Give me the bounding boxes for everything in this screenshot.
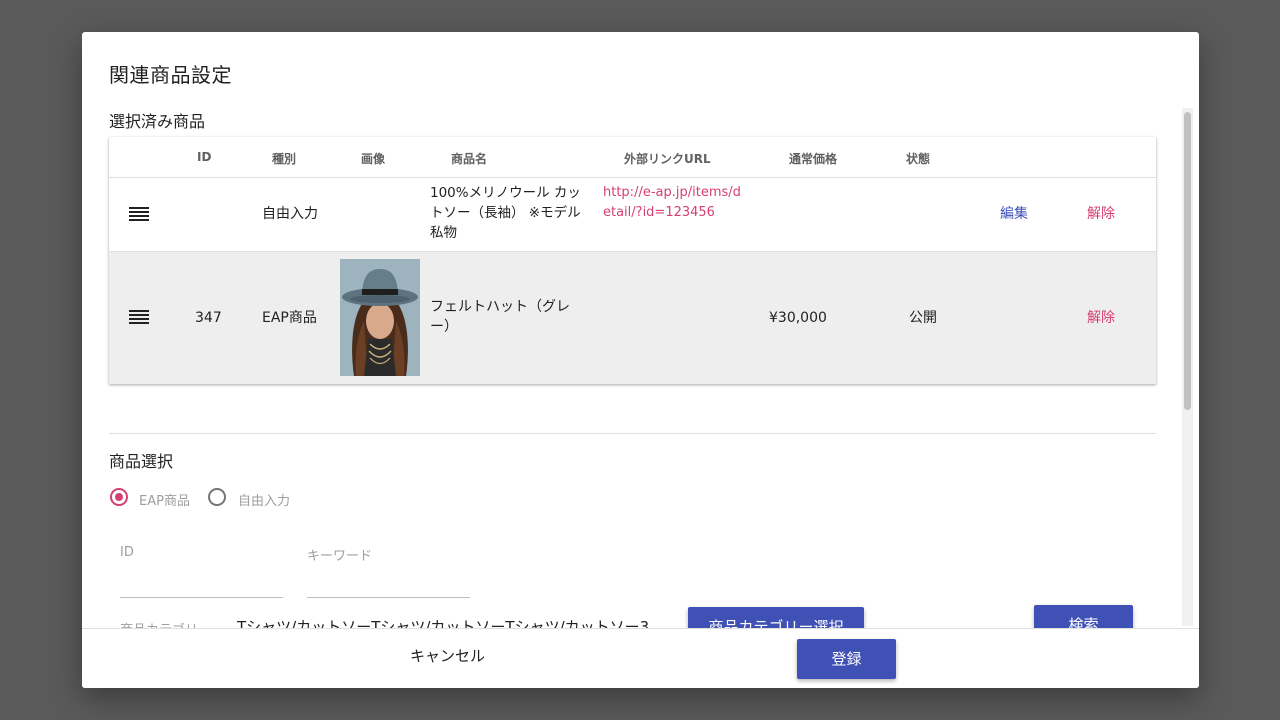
- row-type: 自由入力: [262, 206, 318, 222]
- keyword-field-label: キーワード: [307, 549, 373, 564]
- remove-button[interactable]: 解除: [1087, 204, 1115, 224]
- keyword-field-underline: [307, 597, 470, 598]
- table-header: ID 種別 画像 商品名 外部リンクURL 通常価格 状態: [109, 137, 1156, 178]
- column-header-price: 通常価格: [789, 152, 838, 166]
- table-row: 自由入力 100%メリノウール カットソー（長袖） ※モデル私物 http://…: [109, 178, 1156, 252]
- row-product-name: フェルトハット（グレー）: [430, 299, 570, 335]
- radio-eap-product[interactable]: [110, 488, 128, 506]
- radio-label-free-input[interactable]: 自由入力: [238, 490, 290, 509]
- row-type: EAP商品: [262, 310, 317, 326]
- scrollbar-thumb[interactable]: [1184, 112, 1191, 410]
- dialog-footer: キャンセル 登録: [82, 628, 1199, 688]
- drag-handle-icon[interactable]: [129, 310, 149, 324]
- hat-model-photo-icon: [340, 259, 420, 376]
- column-header-image: 画像: [361, 152, 386, 166]
- id-field[interactable]: [120, 572, 286, 596]
- drag-handle-icon[interactable]: [129, 207, 149, 221]
- row-price: ¥30,000: [769, 310, 827, 326]
- edit-button[interactable]: 編集: [1000, 204, 1028, 224]
- radio-free-input[interactable]: [208, 488, 226, 506]
- product-thumbnail: [340, 259, 420, 376]
- radio-label-eap-product[interactable]: EAP商品: [139, 490, 190, 509]
- selected-products-table: ID 種別 画像 商品名 外部リンクURL 通常価格 状態 自由入力 100%メ…: [109, 137, 1156, 384]
- dialog-content: 選択済み商品 ID 種別 画像 商品名 外部リンクURL 通常価格 状態 自由入…: [82, 102, 1183, 660]
- row-external-url-link[interactable]: http://e-ap.jp/items/detail/?id=123456: [603, 183, 743, 223]
- row-product-name: 100%メリノウール カットソー（長袖） ※モデル私物: [430, 185, 581, 241]
- id-field-label: ID: [120, 545, 134, 560]
- column-header-type: 種別: [272, 152, 297, 166]
- product-select-title: 商品選択: [109, 452, 174, 471]
- related-products-dialog: 関連商品設定 選択済み商品 ID 種別 画像 商品名 外部リンクURL 通常価格…: [82, 32, 1199, 688]
- remove-button[interactable]: 解除: [1087, 308, 1115, 328]
- cancel-button[interactable]: キャンセル: [410, 645, 485, 666]
- table-row: 347 EAP商品 フェルトハット（グレー） ¥30,000 公開 解除: [109, 252, 1156, 384]
- column-header-name: 商品名: [451, 152, 488, 166]
- content-scrollbar[interactable]: [1182, 108, 1193, 626]
- section-divider: [109, 433, 1156, 434]
- dialog-title: 関連商品設定: [109, 63, 232, 87]
- column-header-id: ID: [197, 150, 212, 164]
- keyword-field[interactable]: [307, 572, 473, 596]
- row-id: 347: [195, 310, 222, 326]
- id-field-underline: [120, 597, 283, 598]
- selected-products-title: 選択済み商品: [109, 112, 206, 131]
- row-status: 公開: [909, 310, 937, 326]
- register-button[interactable]: 登録: [797, 639, 896, 679]
- column-header-url: 外部リンクURL: [624, 152, 711, 166]
- column-header-status: 状態: [906, 152, 931, 166]
